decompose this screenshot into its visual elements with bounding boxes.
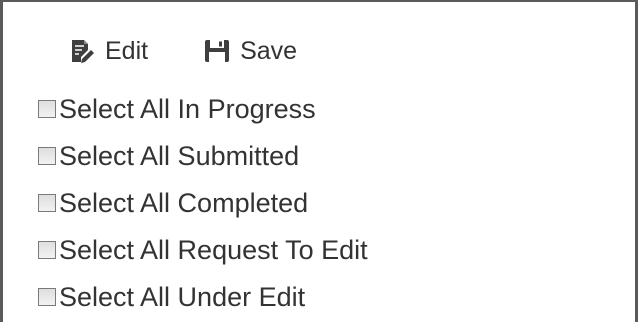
toolbar: Edit Save [69, 34, 353, 68]
select-all-request-to-edit-label[interactable]: Select All Request To Edit [59, 234, 368, 266]
save-floppy-icon [204, 38, 230, 64]
select-all-request-to-edit-row: Select All Request To Edit [38, 226, 368, 273]
select-all-under-edit-row: Select All Under Edit [38, 273, 368, 320]
select-all-submitted-row: Select All Submitted [38, 132, 368, 179]
save-button-label: Save [240, 37, 298, 65]
save-button[interactable]: Save [204, 36, 297, 66]
select-all-list: Select All In Progress Select All Submit… [38, 85, 368, 320]
edit-document-icon [69, 38, 95, 64]
selection-panel: Edit Save Select All In Progress Select … [0, 0, 638, 322]
select-all-submitted-checkbox[interactable] [38, 146, 56, 165]
select-all-submitted-label[interactable]: Select All Submitted [59, 140, 299, 172]
select-all-in-progress-checkbox[interactable] [38, 99, 56, 118]
select-all-in-progress-row: Select All In Progress [38, 85, 368, 132]
select-all-in-progress-label[interactable]: Select All In Progress [59, 93, 316, 125]
select-all-completed-label[interactable]: Select All Completed [59, 187, 308, 219]
select-all-under-edit-checkbox[interactable] [38, 287, 56, 306]
select-all-under-edit-label[interactable]: Select All Under Edit [59, 281, 305, 313]
select-all-completed-row: Select All Completed [38, 179, 368, 226]
edit-button[interactable]: Edit [69, 36, 148, 66]
select-all-completed-checkbox[interactable] [38, 193, 56, 212]
select-all-request-to-edit-checkbox[interactable] [38, 240, 56, 259]
edit-button-label: Edit [105, 37, 149, 65]
